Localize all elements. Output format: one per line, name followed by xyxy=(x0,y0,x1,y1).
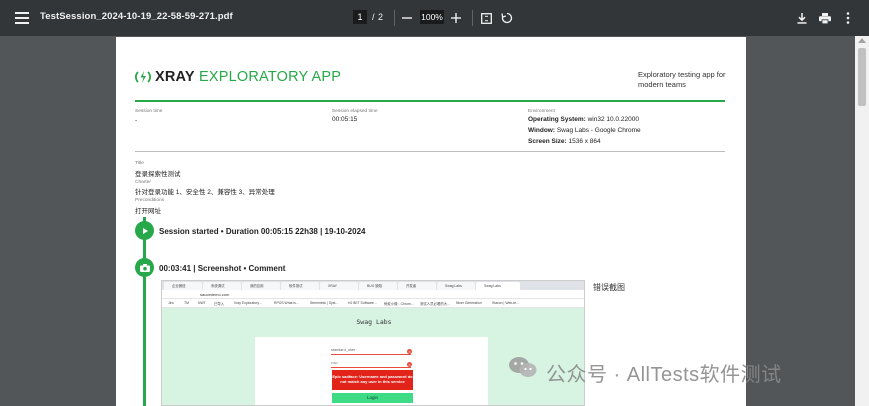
browser-tab: Swag Labs xyxy=(437,282,475,290)
os-value: win32 10.0.22000 xyxy=(587,116,639,123)
page-separator: / xyxy=(372,12,375,22)
screenshot-comment: 错误截图 xyxy=(593,283,625,292)
pdf-toolbar: TestSession_2024-10-19_22-58-59-271.pdf … xyxy=(0,0,869,36)
window-label: Window: xyxy=(528,127,556,134)
session-time-value: - xyxy=(135,117,138,124)
bookmark-item: TM xyxy=(184,301,189,305)
browser-tab: 我的应用 xyxy=(242,282,280,290)
wechat-icon xyxy=(509,357,537,377)
preconditions-value: 打开网址 xyxy=(135,208,161,215)
login-button: Login xyxy=(332,393,413,403)
bookmark-item: 测试人员必看的大... xyxy=(420,302,450,306)
watermark-text: 公众号 · AllTests软件测试 xyxy=(546,364,782,386)
os-label: Operating System: xyxy=(528,116,586,123)
session-started-event: Session started • Duration 00:05:15 22h3… xyxy=(159,227,366,236)
password-field: ••••• xyxy=(331,361,411,368)
rotate-icon[interactable] xyxy=(498,9,516,27)
title-label: Title xyxy=(135,161,144,166)
tagline: Exploratory testing app for modern teams xyxy=(638,70,726,89)
total-pages: 2 xyxy=(378,12,384,22)
document-title: TestSession_2024-10-19_22-58-59-271.pdf xyxy=(40,11,233,22)
fit-page-icon[interactable] xyxy=(477,9,495,27)
elapsed-time-label: Session elapsed time xyxy=(332,109,378,114)
logo-product: EXPLORATORY APP xyxy=(199,69,342,85)
browser-tab: 企业微信 xyxy=(164,282,202,290)
browser-tab: 开发者 xyxy=(398,282,436,290)
swag-labs-title: Swag Labs xyxy=(356,318,392,326)
error-icon: × xyxy=(407,349,412,354)
os-line: Operating System: win32 10.0.22000 xyxy=(528,116,639,123)
preconditions-label: Preconditions xyxy=(135,198,165,203)
bookmark-item: Jira xyxy=(168,301,174,305)
toolbar-divider xyxy=(394,10,395,26)
window-value: Swag Labs - Google Chrome xyxy=(556,127,641,134)
section-divider xyxy=(135,151,725,152)
menu-icon[interactable] xyxy=(12,8,32,28)
pdf-page: XRAY EXPLORATORY APP Exploratory testing… xyxy=(116,37,746,406)
xray-logo-icon xyxy=(135,71,151,83)
zoom-out-icon[interactable] xyxy=(398,9,416,27)
toolbar-divider xyxy=(472,10,473,26)
bookmark-item: 已导入 xyxy=(214,302,225,306)
download-icon[interactable] xyxy=(793,9,811,27)
browser-tab: BUG 缺陷 xyxy=(359,282,397,290)
zoom-in-icon[interactable] xyxy=(447,9,465,27)
screen-label: Screen Size: xyxy=(528,138,567,145)
print-icon[interactable] xyxy=(816,9,834,27)
zoom-level-input[interactable]: 100% xyxy=(420,10,444,24)
bookmark-item: 蚂蚁小微 - Chrom... xyxy=(384,302,414,306)
play-icon xyxy=(135,221,154,240)
environment-label: Environment xyxy=(528,109,555,114)
header-divider xyxy=(135,100,725,102)
bookmark-item: Nicer Generation xyxy=(456,301,482,305)
bookmark-item: NWT xyxy=(198,301,206,305)
scroll-up-arrow[interactable] xyxy=(858,38,866,43)
bookmark-item: RPOS What is... xyxy=(274,301,299,305)
embedded-screenshot[interactable]: 企业微信 系统调试 我的应用 软件测试 XRAY BUG 缺陷 开发者 Swag… xyxy=(161,280,585,406)
screenshot-event: 00:03:41 | Screenshot • Comment xyxy=(159,264,286,273)
window-line: Window: Swag Labs - Google Chrome xyxy=(528,127,641,134)
xray-logo: XRAY EXPLORATORY APP xyxy=(135,69,341,85)
browser-tab: XRAY xyxy=(320,282,358,290)
timeline-line xyxy=(143,217,146,406)
more-icon[interactable] xyxy=(839,9,857,27)
elapsed-time-value: 00:05:15 xyxy=(332,116,358,123)
error-icon: × xyxy=(407,362,412,367)
browser-tab: 系统调试 xyxy=(203,282,241,290)
screen-value: 1536 x 864 xyxy=(568,138,601,145)
login-error-message: Epic sadface: Username and password do n… xyxy=(332,370,413,390)
bookmark-item: Xtacon | Web-te... xyxy=(492,301,520,305)
session-time-label: Session time xyxy=(135,109,163,114)
title-value: 登录探索性测试 xyxy=(135,171,181,178)
bookmark-item: Xray Exploratory... xyxy=(234,301,262,305)
camera-icon xyxy=(135,258,154,277)
username-field: standard_user xyxy=(331,348,411,355)
charter-label: Charter xyxy=(135,180,151,185)
bookmark-item: HJ BET Software... xyxy=(348,301,377,305)
browser-url: saucedemo.com xyxy=(200,292,230,297)
bookmark-item: Stemmetic | Syst... xyxy=(310,301,339,305)
charter-value: 针对登录功能 1、安全性 2、兼容性 3、异常处理 xyxy=(135,189,275,196)
page-number-input[interactable]: 1 xyxy=(353,10,367,24)
screen-line: Screen Size: 1536 x 864 xyxy=(528,138,601,145)
browser-tab-active: Swag Labs xyxy=(476,282,520,290)
logo-brand: XRAY xyxy=(155,69,195,85)
browser-tab: 软件测试 xyxy=(281,282,319,290)
scrollbar-thumb[interactable] xyxy=(858,48,866,106)
